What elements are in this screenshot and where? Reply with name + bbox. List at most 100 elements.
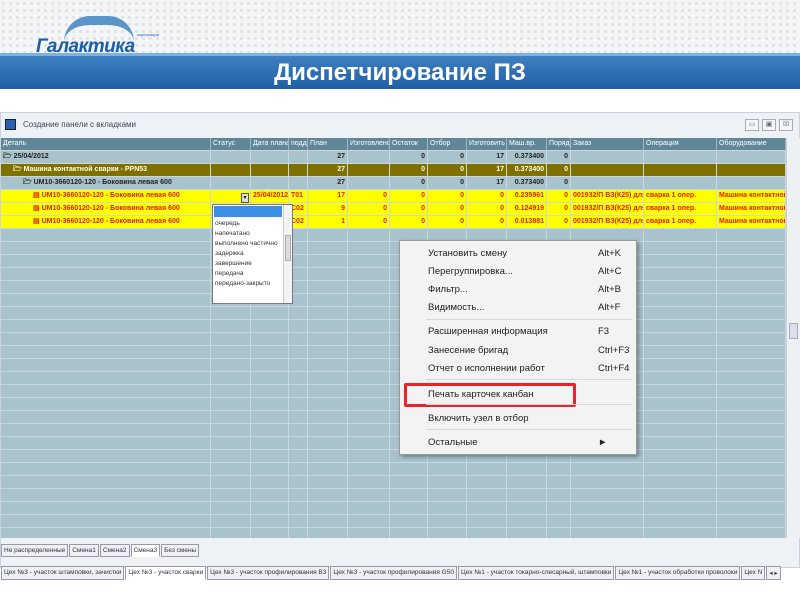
shift-tab[interactable]: Без смены [161, 544, 200, 557]
table-row[interactable]: ▤ UM10-3660120-120 - Боковина левая 600 C… [1, 216, 786, 229]
menu-item[interactable]: Видимость... Alt+F [428, 299, 628, 317]
grid-cell[interactable]: 0.235961 [507, 190, 547, 203]
grid-cell[interactable]: 0 [467, 216, 507, 229]
grid-cell[interactable]: сварка 1 опер. [644, 190, 717, 203]
grid-cell[interactable]: 0 [547, 190, 571, 203]
grid-cell[interactable]: 0.013881 [507, 216, 547, 229]
grid-cell[interactable]: 0.373400 [507, 164, 547, 177]
grid-cell[interactable]: 0 [390, 151, 428, 164]
dropdown-option[interactable]: передано-закрыто [213, 279, 292, 289]
grid-cell[interactable]: 0 [467, 203, 507, 216]
grid-cell[interactable]: 27 [308, 177, 348, 190]
grid-cell[interactable]: сварка 1 опер. [644, 203, 717, 216]
grid-cell[interactable] [571, 164, 644, 177]
grid-cell[interactable]: 17 [308, 190, 348, 203]
grid-cell[interactable]: 9 [308, 203, 348, 216]
grid-cell[interactable] [571, 151, 644, 164]
table-row[interactable]: 🗁 Машина контактной сварки - РРN53 27 0 0 17… [1, 164, 786, 177]
dropdown-selected-empty[interactable] [214, 206, 282, 217]
column-header[interactable]: Дата плана [251, 138, 289, 151]
column-header[interactable]: Маш.вр. [507, 138, 547, 151]
grid-cell[interactable] [289, 164, 308, 177]
grid-cell[interactable]: 001932/П ВЗ(К25) для_ [571, 216, 644, 229]
grid-cell[interactable] [717, 164, 786, 177]
shop-tab[interactable]: Цех №3 - участок профилирования G50 [330, 566, 457, 580]
grid-cell[interactable]: 0 [428, 203, 467, 216]
grid-cell[interactable]: 0 [547, 216, 571, 229]
close-button[interactable]: ☒ [779, 119, 793, 131]
grid-cell[interactable] [289, 177, 308, 190]
grid-cell[interactable] [644, 177, 717, 190]
grid-cell[interactable]: 🗁 Машина контактной сварки - РРN53 [1, 164, 211, 177]
grid-cell[interactable] [644, 164, 717, 177]
shop-tab[interactable]: Цех №1 - участок токарно-слесарный, штам… [457, 566, 615, 580]
grid-cell[interactable]: 0 [547, 151, 571, 164]
menu-item[interactable]: Отчет о исполнении работ Ctrl+F4 [428, 360, 629, 378]
menu-item[interactable]: Остальные ► [428, 434, 628, 452]
grid-cell[interactable]: 0 [390, 216, 428, 229]
grid-cell[interactable]: 17 [467, 177, 507, 190]
grid-cell[interactable]: 0 [547, 177, 571, 190]
grid-cell[interactable]: 0.373400 [507, 151, 547, 164]
dropdown-option[interactable]: завершение [213, 259, 292, 269]
grid-cell[interactable]: 17 [467, 164, 507, 177]
grid-cell[interactable]: 0.124919 [507, 203, 547, 216]
column-header[interactable]: Изготовить [467, 138, 507, 151]
shift-tab[interactable]: Смена1 [69, 544, 99, 557]
dropdown-option[interactable]: передача [213, 269, 292, 279]
table-row[interactable]: ▤ UM10-3660120-120 - Боковина левая 600 2… [1, 190, 786, 203]
dropdown-option[interactable]: напечатано [213, 229, 292, 239]
shift-tab[interactable]: Смена3 [130, 544, 161, 557]
dropdown-option[interactable]: выполнено частично [213, 239, 292, 249]
minimize-button[interactable]: ▭ [745, 119, 759, 131]
column-header[interactable]: Операция [644, 138, 717, 151]
grid-cell[interactable]: Машина контактной [717, 216, 786, 229]
menu-item[interactable]: Установить смену Alt+K [428, 245, 628, 263]
grid-cell[interactable] [211, 177, 251, 190]
grid-cell[interactable]: 001932/П ВЗ(К25) для_ [571, 190, 644, 203]
grid-cell[interactable] [644, 151, 717, 164]
grid-cell[interactable]: 0 [390, 164, 428, 177]
column-header[interactable]: Отбор [428, 138, 467, 151]
grid-cell[interactable]: 🗁 UM10-3660120-120 - Боковина левая 600 [1, 177, 211, 190]
grid-cell[interactable] [348, 151, 390, 164]
grid-cell[interactable]: 0 [547, 164, 571, 177]
shift-tab[interactable]: Смена2 [99, 544, 130, 557]
grid-cell[interactable] [717, 177, 786, 190]
grid-cell[interactable]: ▤ UM10-3660120-120 - Боковина левая 600 [1, 203, 211, 216]
column-header[interactable]: Изготовлено [348, 138, 390, 151]
grid-cell[interactable]: 27 [308, 164, 348, 177]
column-header[interactable]: Заказ [571, 138, 644, 151]
menu-item[interactable]: Занесение бригад Ctrl+F3 [428, 342, 629, 360]
grid-cell[interactable]: 0 [428, 164, 467, 177]
grid-cell[interactable]: 0 [428, 190, 467, 203]
grid-cell[interactable]: 25/04/2012 [251, 190, 289, 203]
menu-item[interactable]: Расширенная информация F3 [428, 323, 628, 341]
shop-tab[interactable]: Цех №3 - участок штамповки, зачистки [1, 566, 125, 580]
grid-cell[interactable]: 0 [390, 203, 428, 216]
table-row[interactable]: ▤ UM10-3660120-120 - Боковина левая 600 C… [1, 203, 786, 216]
menu-item[interactable]: Перегруппировка... Alt+C [428, 263, 628, 281]
scroll-thumb[interactable] [789, 323, 798, 339]
table-row[interactable]: 🗁 UM10-3660120-120 - Боковина левая 600 2… [1, 177, 786, 190]
maximize-button[interactable]: ▣ [762, 119, 776, 131]
grid-cell[interactable]: 0 [428, 151, 467, 164]
dropdown-option[interactable]: задержка [213, 249, 292, 259]
column-header[interactable]: Остаток [390, 138, 428, 151]
dropdown-option[interactable]: очередь [213, 219, 292, 229]
grid-cell[interactable]: 0 [348, 190, 390, 203]
grid-cell[interactable]: 27 [308, 151, 348, 164]
grid-cell[interactable] [251, 164, 289, 177]
data-grid[interactable]: Деталь Статус Дата плана подд План Изготовлен… [1, 138, 786, 538]
grid-cell[interactable]: 001932/П ВЗ(К25) для_ [571, 203, 644, 216]
shop-tab[interactable]: Цех №1 - участок обработки проволоки [615, 566, 741, 580]
menu-item[interactable]: Фильтр... Alt+B [428, 281, 628, 299]
grid-cell[interactable]: 0 [390, 177, 428, 190]
shop-tab[interactable]: Цех №3 - участок профилирования В3 [207, 566, 330, 580]
table-row[interactable]: 🗁 25/04/2012 27 0 0 17 0.373400 0 [1, 151, 786, 164]
status-dropdown-list[interactable]: очередь напечатано выполнено частично задер… [212, 204, 293, 304]
grid-cell[interactable] [251, 151, 289, 164]
grid-cell[interactable]: 0 [547, 203, 571, 216]
grid-cell[interactable]: 0 [467, 190, 507, 203]
status-dropdown-button[interactable]: ▾ [241, 193, 249, 203]
